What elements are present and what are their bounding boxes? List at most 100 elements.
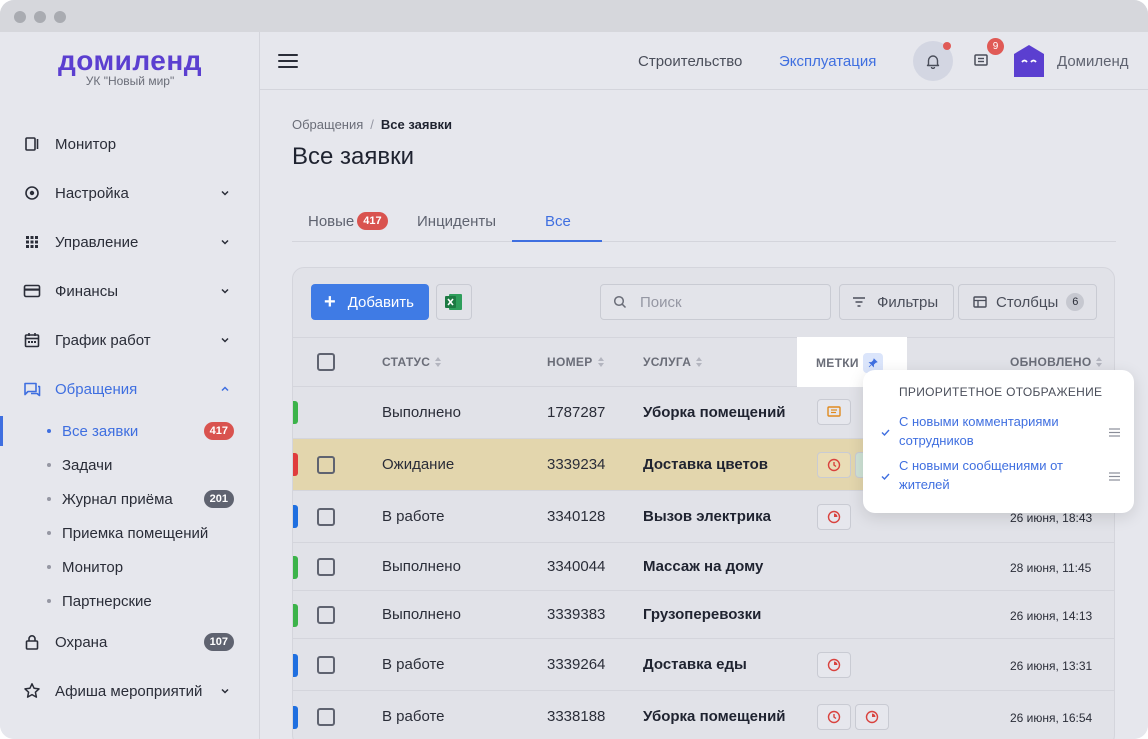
row-checkbox[interactable]: [317, 508, 335, 526]
service-cell: Массаж на дому: [643, 558, 764, 575]
sidebar-item-events[interactable]: Афиша мероприятий: [0, 674, 259, 708]
chevron-down-icon: [221, 288, 229, 294]
tab-new[interactable]: Новые 417: [308, 200, 388, 242]
sidebar-item-label: Охрана: [55, 633, 108, 651]
sidebar-item-label: Монитор: [55, 135, 117, 153]
sidebar-sub-all-requests[interactable]: Все заявки 417: [0, 416, 259, 446]
number-cell: 3339264: [547, 656, 606, 673]
drag-handle-icon[interactable]: [1109, 472, 1120, 481]
filter-icon: [853, 297, 865, 307]
tab-incidents[interactable]: Инциденты: [417, 200, 496, 242]
messages-count-badge: 9: [987, 38, 1004, 55]
status-strip: [293, 654, 298, 677]
sidebar-sub-partners[interactable]: Партнерские: [0, 586, 259, 616]
columns-label: Столбцы: [996, 293, 1059, 311]
bell-icon: [926, 55, 940, 69]
sidebar-sub-reception-log[interactable]: Журнал приёма 201: [0, 484, 259, 514]
tab-label: Инциденты: [417, 212, 497, 230]
add-button[interactable]: + Добавить: [311, 284, 429, 320]
breadcrumb-root[interactable]: Обращения: [292, 117, 363, 132]
number-cell: 3339234: [547, 456, 606, 473]
filters-button[interactable]: Фильтры: [839, 284, 954, 320]
row-checkbox[interactable]: [317, 558, 335, 576]
sidebar-sub-tasks[interactable]: Задачи: [0, 450, 259, 480]
service-cell: Уборка помещений: [643, 708, 786, 725]
columns-button[interactable]: Столбцы 6: [958, 284, 1097, 320]
search-input[interactable]: Поиск: [600, 284, 831, 320]
sort-icon: [696, 357, 703, 367]
select-all-checkbox[interactable]: [317, 353, 335, 371]
nav-link-operation[interactable]: Эксплуатация: [779, 53, 876, 70]
top-header: Строительство Эксплуатация 9 Домиленд: [260, 32, 1148, 90]
export-excel-button[interactable]: [436, 284, 472, 320]
column-header-service[interactable]: УСЛУГА: [643, 355, 703, 369]
column-header-updated[interactable]: ОБНОВЛЕНО: [1010, 355, 1103, 369]
window-close-dot[interactable]: [14, 11, 26, 23]
user-name[interactable]: Домиленд: [1057, 53, 1129, 70]
table-row[interactable]: Выполнено 3339383 Грузоперевозки 26 июня…: [293, 591, 1114, 639]
timer-tag[interactable]: [855, 704, 889, 730]
logo[interactable]: домиленд УК "Новый мир": [0, 46, 260, 89]
row-checkbox[interactable]: [317, 656, 335, 674]
updated-cell: 26 июня, 13:31: [1010, 659, 1093, 673]
table-row[interactable]: В работе 3339264 Доставка еды 26 июня, 1…: [293, 639, 1114, 691]
sidebar-item-finance[interactable]: Финансы: [0, 274, 259, 308]
menu-icon[interactable]: [278, 54, 298, 68]
number-cell: 3339383: [547, 606, 606, 623]
messages-icon[interactable]: [972, 52, 990, 70]
column-header-number[interactable]: НОМЕР: [547, 355, 605, 369]
nav-link-construction[interactable]: Строительство: [638, 53, 742, 70]
count-badge: 201: [203, 490, 234, 508]
bullet: [47, 565, 51, 569]
timer-tag[interactable]: [817, 504, 851, 530]
drag-handle-icon[interactable]: [1109, 428, 1120, 437]
status-cell: В работе: [382, 656, 445, 673]
popup-item-resident-messages[interactable]: С новыми сообщениями от жителей: [899, 456, 1084, 494]
number-cell: 3340044: [547, 558, 606, 575]
table-row[interactable]: В работе 3338188 Уборка помещений 26 июн…: [293, 691, 1114, 739]
clock-tag[interactable]: [817, 704, 851, 730]
filters-label: Фильтры: [877, 293, 939, 311]
sidebar: домиленд УК "Новый мир" Монитор Настройк…: [0, 32, 260, 739]
row-checkbox[interactable]: [317, 606, 335, 624]
row-checkbox[interactable]: [317, 708, 335, 726]
timer-icon: [865, 710, 879, 724]
avatar[interactable]: [1012, 44, 1046, 78]
check-icon: [881, 429, 890, 437]
status-cell: Выполнено: [382, 606, 461, 623]
table-icon: [973, 296, 987, 308]
sort-icon: [597, 357, 604, 367]
table-row[interactable]: Выполнено 3340044 Массаж на дому 28 июня…: [293, 543, 1114, 591]
count-badge: 107: [203, 633, 234, 651]
updated-cell: 26 июня, 16:54: [1010, 711, 1093, 725]
sidebar-item-settings[interactable]: Настройка: [0, 176, 259, 210]
sidebar-sub-label: Приемка помещений: [62, 524, 209, 542]
bullet: [47, 599, 51, 603]
comment-tag[interactable]: [817, 399, 851, 425]
column-header-status[interactable]: СТАТУС: [382, 355, 442, 369]
chevron-down-icon: [221, 239, 229, 245]
sidebar-item-monitor[interactable]: Монитор: [0, 127, 259, 161]
sidebar-item-requests[interactable]: Обращения: [0, 372, 259, 406]
row-checkbox[interactable]: [317, 456, 335, 474]
title-bar: [0, 0, 1148, 32]
window-maximize-dot[interactable]: [54, 11, 66, 23]
bullet: [47, 497, 51, 501]
sidebar-sub-monitor[interactable]: Монитор: [0, 552, 259, 582]
timer-tag[interactable]: [817, 652, 851, 678]
window-minimize-dot[interactable]: [34, 11, 46, 23]
status-cell: В работе: [382, 708, 445, 725]
service-cell: Доставка цветов: [643, 456, 769, 473]
sidebar-item-management[interactable]: Управление: [0, 225, 259, 259]
sidebar-item-security[interactable]: Охрана 107: [0, 625, 259, 659]
tab-all[interactable]: Все: [545, 200, 571, 242]
sidebar-item-schedule[interactable]: График работ: [0, 323, 259, 357]
monitor-icon: [22, 134, 42, 154]
number-cell: 3338188: [547, 708, 606, 725]
bullet: [47, 531, 51, 535]
sort-icon: [1096, 357, 1103, 367]
popup-item-staff-comments[interactable]: С новыми комментариями сотрудников: [899, 412, 1084, 450]
sidebar-sub-premises-acceptance[interactable]: Приемка помещений: [0, 518, 259, 548]
updated-cell: 26 июня, 14:13: [1010, 609, 1093, 623]
clock-tag[interactable]: [817, 452, 851, 478]
